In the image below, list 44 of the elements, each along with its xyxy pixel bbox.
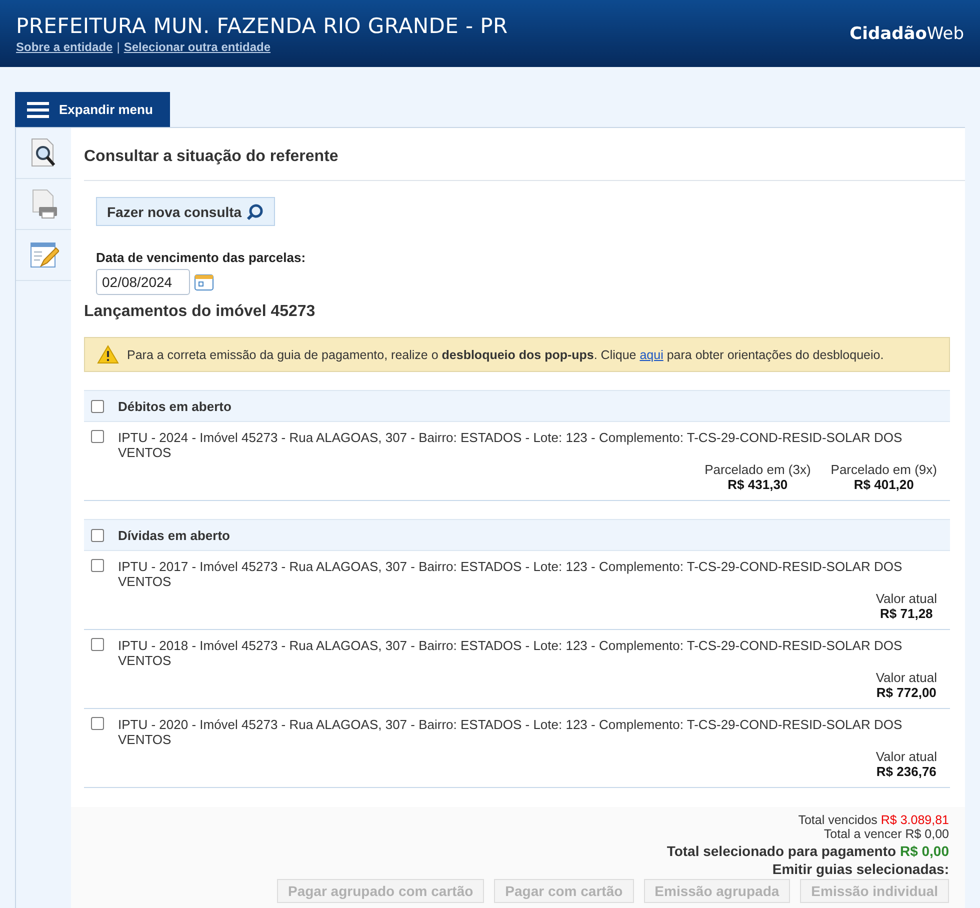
entity-title: PREFEITURA MUN. FAZENDA RIO GRANDE - PR [16,14,508,38]
value-label: Valor atual [876,749,937,764]
row-checkbox[interactable] [91,717,104,730]
select-all-checkbox[interactable] [91,528,104,542]
expand-menu-button[interactable]: Expandir menu [15,92,170,127]
debt-description: IPTU - 2017 - Imóvel 45273 - Rua ALAGOAS, 307 - Bairro: ESTADOS - Lote: 123 - Complemento: T-CS-29-COND-RESID-SOLAR DOS VENTOS [118,559,904,589]
value-label: Valor atual [876,591,937,606]
emit-label: Emitir guias selecionadas: [772,861,949,877]
property-heading: Lançamentos do imóvel 45273 [84,303,316,321]
value-label: Parcelado em (3x) [704,462,811,477]
section-title: Débitos em aberto [118,398,232,414]
debt-description: IPTU - 2020 - Imóvel 45273 - Rua ALAGOAS, 307 - Bairro: ESTADOS - Lote: 123 - Complemento: T-CS-29-COND-RESID-SOLAR DOS VENTOS [118,717,904,747]
change-entity-link[interactable]: Selecionar outra entidade [124,40,271,54]
select-all-checkbox[interactable] [91,400,104,412]
debt-description: IPTU - 2024 - Imóvel 45273 - Rua ALAGOAS, 307 - Bairro: ESTADOS - Lote: 123 - Complemento: T-CS-29-COND-RESID-SOLAR DOS VENTOS [118,430,904,460]
due-date-field[interactable]: 02/08/2024 [96,269,190,295]
search-icon [246,202,264,220]
value-amount: R$ 236,76 [876,764,936,779]
about-link[interactable]: Sobre a entidade [16,40,113,54]
value-amount: R$ 772,00 [876,685,936,700]
due-date-label: Data de vencimento das parcelas: [96,250,307,265]
warning-message: Para a correta emissão da guia de pagamento, realize o desbloqueio dos pop-ups. Clique aqui para obter orientações do desbloqueio. [127,348,884,362]
brand-logo: CidadãoWeb [850,24,964,44]
help-link[interactable]: aqui [640,348,664,362]
value-amount: R$ 401,20 [854,477,914,492]
new-query-button[interactable]: Fazer nova consulta [96,197,275,226]
form-pencil-icon [28,240,58,270]
section-title: Dívidas em aberto [118,528,230,542]
value-label: Valor atual [876,670,937,685]
value-label: Parcelado em (9x) [830,462,937,477]
debt-description: IPTU - 2018 - Imóvel 45273 - Rua ALAGOAS, 307 - Bairro: ESTADOS - Lote: 123 - Complemento: T-CS-29-COND-RESID-SOLAR DOS VENTOS [118,638,904,668]
menu-icon [27,102,49,118]
upcoming-total: Total a vencer R$ 0,00 [824,827,949,841]
overdue-total: Total vencidos R$ 3.089,81 [798,813,949,827]
calendar-icon[interactable] [194,273,214,291]
row-checkbox[interactable] [91,559,104,572]
value-amount: R$ 431,30 [728,477,788,492]
link-separator: | [116,40,120,54]
selected-total: Total selecionado para pagamento R$ 0,00 [666,843,949,859]
value-amount: R$ 71,28 [880,606,933,621]
page-title: Consultar a situação do referente [84,148,965,181]
row-checkbox[interactable] [91,638,104,651]
row-checkbox[interactable] [91,430,104,443]
warning-icon [97,345,119,364]
